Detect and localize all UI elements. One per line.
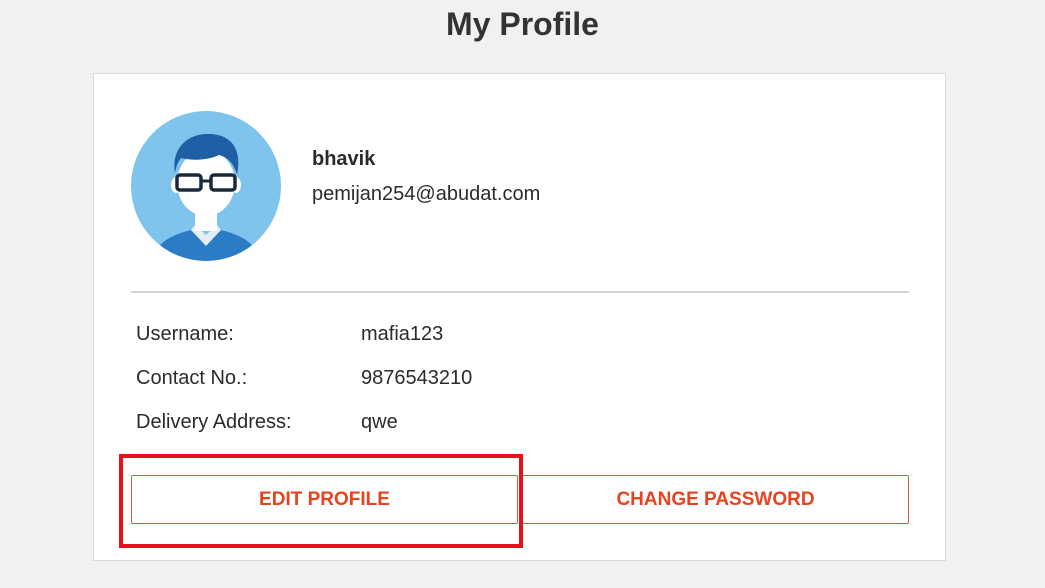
detail-value: mafia123 xyxy=(361,323,444,345)
profile-email: pemijan254@abudat.com xyxy=(312,183,541,205)
divider xyxy=(131,291,909,293)
detail-row-username: Username: mafia123 xyxy=(136,323,836,351)
page-title: My Profile xyxy=(446,6,599,42)
profile-card: bhavik pemijan254@abudat.com Username: m… xyxy=(93,73,946,561)
user-avatar-icon xyxy=(131,111,281,261)
edit-profile-button[interactable]: EDIT PROFILE xyxy=(131,475,518,524)
profile-name: bhavik xyxy=(312,148,376,170)
detail-row-address: Delivery Address: qwe xyxy=(136,411,836,439)
detail-label: Delivery Address: xyxy=(136,411,292,433)
detail-row-contact: Contact No.: 9876543210 xyxy=(136,367,836,395)
detail-value: 9876543210 xyxy=(361,367,473,389)
detail-label: Username: xyxy=(136,323,234,345)
change-password-button[interactable]: CHANGE PASSWORD xyxy=(522,475,909,524)
detail-value: qwe xyxy=(361,411,398,433)
detail-label: Contact No.: xyxy=(136,367,248,389)
